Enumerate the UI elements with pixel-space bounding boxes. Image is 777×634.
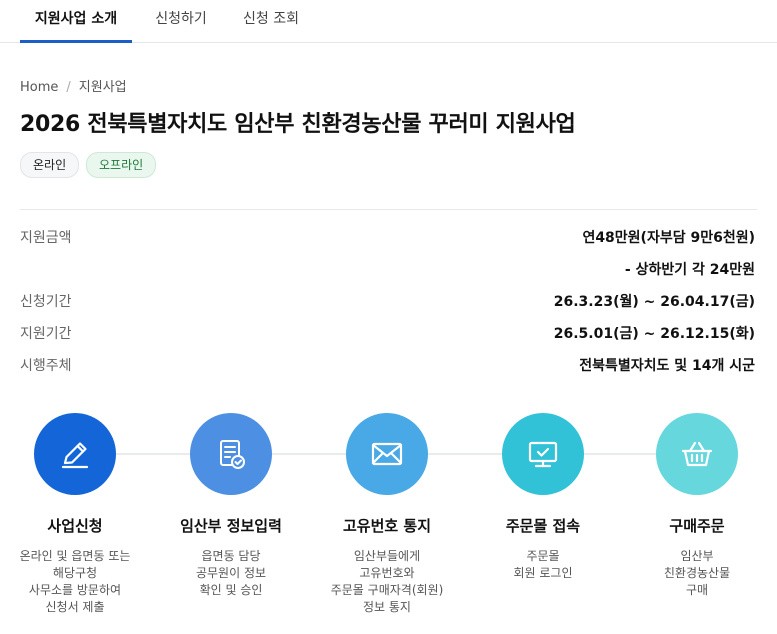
breadcrumb-current: 지원사업 <box>78 80 127 95</box>
tab-apply[interactable]: 신청하기 <box>146 0 216 42</box>
step-desc-line: 회원 로그인 <box>513 566 573 580</box>
step-desc-line: 고유번호와 <box>359 566 415 580</box>
step-desc-line: 확인 및 승인 <box>199 583 263 597</box>
step-title: 구매주문 <box>669 517 725 535</box>
step-desc-line: 친환경농산물 <box>663 566 731 580</box>
step-desc-line: 신청서 제출 <box>45 600 105 614</box>
info-row-apply-period: 신청기간 26.3.23(월) ~ 26.04.17(금) <box>20 291 755 313</box>
apply-period-label: 신청기간 <box>20 294 72 310</box>
basket-icon <box>681 441 713 467</box>
tab-bar: 지원사업 소개 신청하기 신청 조회 <box>0 0 777 43</box>
organizer-value: 전북특별자치도 및 14개 시군 <box>579 358 755 374</box>
breadcrumb: Home / 지원사업 <box>20 76 127 95</box>
step-desc-line: 임산부 <box>680 549 714 563</box>
amount-label: 지원금액 <box>20 230 72 246</box>
step-description: 온라인 및 읍면동 또는 해당구청 사무소를 방문하여 신청서 제출 <box>0 548 150 616</box>
step-code-notice: 고유번호 통지 임산부들에게 고유번호와 주문몰 구매자격(회원) 정보 통지 <box>312 413 462 616</box>
step-description: 임산부들에게 고유번호와 주문몰 구매자격(회원) 정보 통지 <box>312 548 462 616</box>
step-circle <box>656 413 738 495</box>
step-desc-line: 구매 <box>685 583 709 597</box>
step-circle <box>190 413 272 495</box>
step-title: 임산부 정보입력 <box>180 517 282 535</box>
page-title: 2026 전북특별자치도 임산부 친환경농산물 꾸러미 지원사업 <box>20 112 576 137</box>
step-description: 읍면동 담당 공무원이 정보 확인 및 승인 <box>156 548 306 599</box>
breadcrumb-home-link[interactable]: Home <box>20 80 58 95</box>
step-desc-line: 사무소를 방문하여 <box>28 583 122 597</box>
tab-inquiry[interactable]: 신청 조회 <box>232 0 310 42</box>
info-row-support-period: 지원기간 26.5.01(금) ~ 26.12.15(화) <box>20 323 755 345</box>
step-desc-line: 온라인 및 읍면동 또는 <box>19 549 131 563</box>
breadcrumb-separator: / <box>66 80 71 95</box>
online-badge: 온라인 <box>20 152 80 178</box>
support-period-label: 지원기간 <box>20 326 72 342</box>
monitor-check-icon <box>528 441 558 468</box>
step-application: 사업신청 온라인 및 읍면동 또는 해당구청 사무소를 방문하여 신청서 제출 <box>0 413 150 616</box>
step-circle <box>502 413 584 495</box>
divider <box>20 209 757 210</box>
organizer-label: 시행주체 <box>20 358 72 374</box>
step-circle <box>34 413 116 495</box>
tab-program-intro[interactable]: 지원사업 소개 <box>20 0 132 43</box>
step-title: 주문몰 접속 <box>505 517 581 535</box>
amount-value: 연48만원(자부담 9만6천원) <box>582 230 755 246</box>
step-description: 임산부 친환경농산물 구매 <box>622 548 772 599</box>
support-period-value: 26.5.01(금) ~ 26.12.15(화) <box>553 326 755 342</box>
step-desc-line: 임산부들에게 <box>353 549 421 563</box>
envelope-icon <box>371 442 403 466</box>
info-row-organizer: 시행주체 전북특별자치도 및 14개 시군 <box>20 355 755 377</box>
offline-badge: 오프라인 <box>86 152 157 178</box>
step-desc-line: 주문몰 구매자격(회원) <box>330 583 444 597</box>
step-title: 고유번호 통지 <box>342 517 432 535</box>
document-check-icon <box>220 440 245 469</box>
step-description: 주문몰 회원 로그인 <box>468 548 618 582</box>
info-row-amount-sub: - 상하반기 각 24만원 <box>20 259 755 281</box>
step-mall-access: 주문몰 접속 주문몰 회원 로그인 <box>468 413 618 582</box>
pen-icon <box>61 442 89 469</box>
step-desc-line: 공무원이 정보 <box>195 566 267 580</box>
apply-period-value: 26.3.23(월) ~ 26.04.17(금) <box>553 294 755 310</box>
step-title: 사업신청 <box>47 517 103 535</box>
step-desc-line: 해당구청 <box>52 566 98 580</box>
step-circle <box>346 413 428 495</box>
step-desc-line: 주문몰 <box>526 549 560 563</box>
step-purchase: 구매주문 임산부 친환경농산물 구매 <box>622 413 772 599</box>
info-row-amount: 지원금액 연48만원(자부담 9만6천원) <box>20 227 755 249</box>
step-info-input: 임산부 정보입력 읍면동 담당 공무원이 정보 확인 및 승인 <box>156 413 306 599</box>
amount-sub-value: - 상하반기 각 24만원 <box>624 262 755 278</box>
step-desc-line: 읍면동 담당 <box>201 549 261 563</box>
step-desc-line: 정보 통지 <box>363 600 411 614</box>
